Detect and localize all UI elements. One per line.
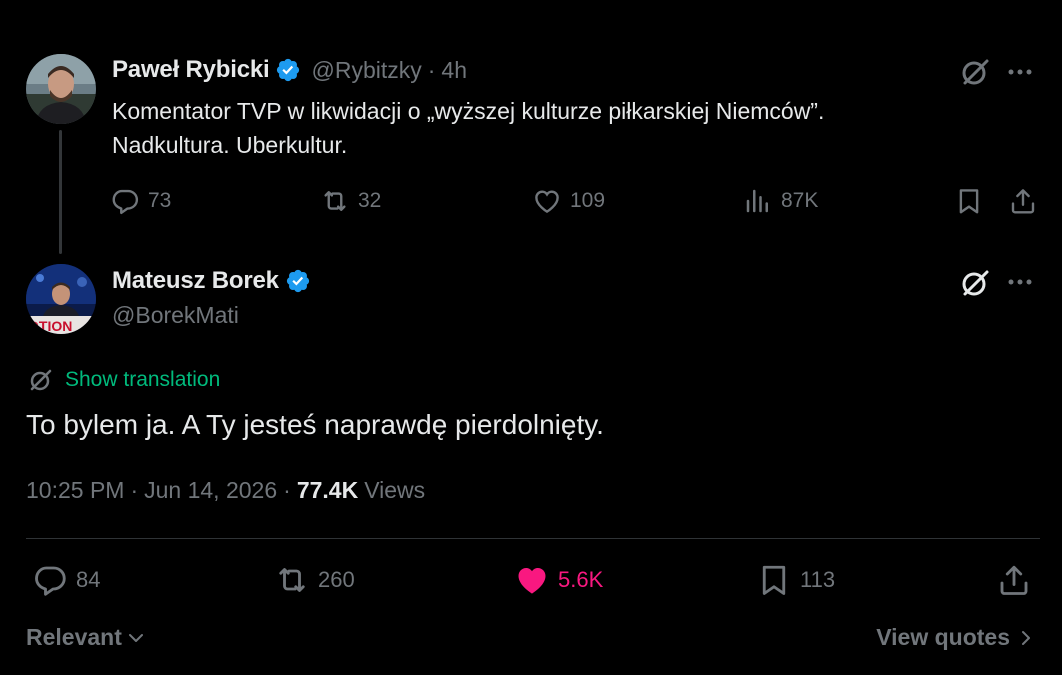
grok-icon bbox=[962, 59, 989, 85]
share-icon bbox=[1011, 189, 1035, 214]
separator-dot: · bbox=[130, 477, 139, 503]
bookmark-icon bbox=[762, 565, 786, 595]
grok-icon bbox=[962, 270, 989, 296]
separator-dot: · bbox=[283, 477, 291, 503]
svg-text:OTION: OTION bbox=[28, 318, 72, 334]
like-button[interactable]: 5.6K bbox=[514, 562, 603, 598]
reply-author-name[interactable]: Mateusz Borek bbox=[112, 267, 279, 295]
separator-dot: · bbox=[427, 56, 436, 83]
reply-post-text: To bylem ja. A Ty jesteś naprawdę pierdo… bbox=[26, 409, 604, 440]
parent-author-row: Paweł Rybicki @Rybitzky · 4h bbox=[112, 56, 467, 84]
share-button[interactable] bbox=[996, 562, 1032, 598]
parent-post-text-line1: Komentator TVP w likwidacji o „wyższej k… bbox=[112, 98, 825, 124]
verified-badge-icon bbox=[286, 269, 309, 293]
avatar-pawel-rybicki[interactable] bbox=[26, 54, 96, 124]
heart-outline-icon bbox=[535, 190, 559, 214]
parent-post-text: Komentator TVP w likwidacji o „wyższej k… bbox=[112, 94, 1012, 162]
post-meta-row: 10:25 PM · Jun 14, 2026 · 77.4K Views bbox=[26, 477, 425, 504]
translate-icon bbox=[30, 369, 52, 391]
bookmark-button[interactable]: 113 bbox=[756, 562, 835, 598]
more-dots-icon bbox=[1008, 69, 1032, 75]
more-options-button[interactable] bbox=[1004, 58, 1036, 86]
reply-count: 84 bbox=[76, 567, 101, 592]
grok-button[interactable] bbox=[958, 55, 992, 89]
parent-author-handle[interactable]: @Rybitzky bbox=[311, 57, 421, 84]
views-count[interactable]: 77.4K bbox=[297, 477, 358, 504]
reply-button[interactable]: 73 bbox=[110, 186, 171, 216]
parent-post-time[interactable]: 4h bbox=[441, 57, 467, 84]
chevron-down-icon bbox=[128, 633, 143, 642]
analytics-icon bbox=[746, 189, 768, 213]
grok-button[interactable] bbox=[958, 266, 992, 300]
reply-icon bbox=[35, 566, 66, 596]
views-count: 87K bbox=[781, 189, 819, 212]
sort-replies-dropdown[interactable]: Relevant bbox=[26, 624, 146, 651]
post-detail-view: Paweł Rybicki @Rybitzky · 4h Komentator … bbox=[0, 0, 1062, 675]
show-translation-label: Show translation bbox=[65, 368, 221, 391]
post-timestamp[interactable]: 10:25 PM bbox=[26, 477, 124, 504]
share-icon bbox=[1000, 565, 1028, 595]
like-button[interactable]: 109 bbox=[532, 186, 605, 216]
parent-author-name[interactable]: Paweł Rybicki bbox=[112, 56, 270, 84]
repost-count: 260 bbox=[318, 567, 355, 592]
parent-post-text-line2: Nadkultura. Uberkultur. bbox=[112, 132, 348, 158]
bookmark-count: 113 bbox=[800, 567, 836, 592]
parent-action-bar: 73 32 109 87K bbox=[0, 186, 1062, 222]
repost-icon bbox=[324, 191, 346, 211]
heart-filled-icon bbox=[518, 568, 546, 594]
share-button[interactable] bbox=[1008, 186, 1038, 216]
more-dots-icon bbox=[1008, 279, 1032, 285]
reply-author-handle[interactable]: @BorekMati bbox=[112, 302, 239, 329]
bookmark-icon bbox=[959, 189, 979, 214]
view-quotes-link[interactable]: View quotes bbox=[876, 624, 1036, 651]
chevron-right-icon bbox=[1022, 630, 1030, 645]
repost-count: 32 bbox=[358, 189, 382, 212]
reply-action-bar: 84 260 5.6K 113 bbox=[0, 562, 1062, 606]
sort-label: Relevant bbox=[26, 624, 122, 650]
reply-author-row: Mateusz Borek bbox=[112, 266, 311, 296]
show-translation-link[interactable]: Show translation bbox=[27, 366, 220, 394]
reply-button[interactable]: 84 bbox=[32, 562, 100, 598]
views-button[interactable]: 87K bbox=[743, 186, 818, 216]
like-count: 109 bbox=[570, 189, 606, 212]
repost-button[interactable]: 32 bbox=[320, 186, 381, 216]
post-date[interactable]: Jun 14, 2026 bbox=[144, 477, 277, 504]
repost-button[interactable]: 260 bbox=[274, 562, 355, 598]
more-options-button[interactable] bbox=[1004, 268, 1036, 296]
like-count: 5.6K bbox=[558, 567, 604, 592]
avatar-mateusz-borek[interactable]: OTION bbox=[26, 264, 96, 334]
view-quotes-label: View quotes bbox=[876, 624, 1010, 650]
bookmark-button[interactable] bbox=[954, 186, 984, 216]
divider bbox=[26, 538, 1040, 539]
views-label: Views bbox=[364, 477, 426, 503]
reply-icon bbox=[112, 189, 139, 215]
verified-badge-icon bbox=[277, 58, 300, 82]
reply-count: 73 bbox=[148, 189, 172, 212]
repost-icon bbox=[279, 568, 305, 592]
